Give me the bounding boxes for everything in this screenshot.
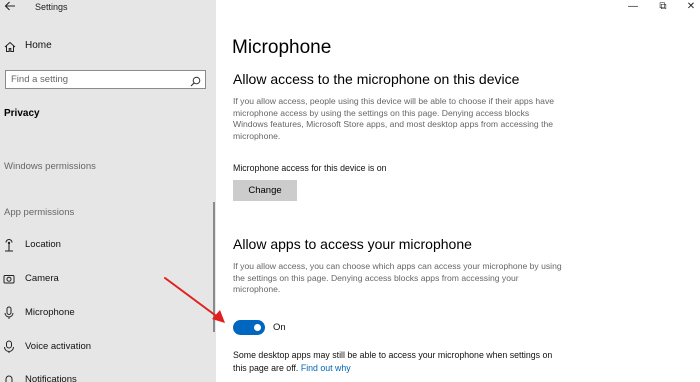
sidebar-item-location[interactable]: Location xyxy=(0,234,216,258)
minimize-button[interactable]: — xyxy=(624,0,642,16)
search-icon xyxy=(190,74,201,87)
sidebar-item-label: Location xyxy=(25,239,61,250)
sidebar-item-home[interactable]: Home xyxy=(0,36,216,58)
device-access-description: If you allow access, people using this d… xyxy=(233,96,555,141)
device-access-heading: Allow access to the microphone on this d… xyxy=(233,71,520,87)
title-bar: Settings xyxy=(0,0,216,20)
home-icon xyxy=(4,40,16,52)
search-placeholder: Find a setting xyxy=(11,74,69,85)
voice-activation-icon xyxy=(3,340,15,354)
app-access-description: If you allow access, you can choose whic… xyxy=(233,261,562,295)
restore-button[interactable]: ⧉ xyxy=(654,0,672,16)
sidebar-item-label: Notifications xyxy=(25,374,77,382)
notifications-icon xyxy=(3,373,15,382)
back-button[interactable] xyxy=(4,0,18,14)
page-title: Microphone xyxy=(232,37,332,58)
close-button[interactable]: ✕ xyxy=(682,0,700,16)
note-text: Some desktop apps may still be able to a… xyxy=(233,350,553,373)
toggle-state-label: On xyxy=(273,322,286,333)
microphone-icon xyxy=(3,306,15,320)
app-access-heading: Allow apps to access your microphone xyxy=(233,236,472,252)
sidebar-item-label: Microphone xyxy=(25,307,75,318)
device-access-status: Microphone access for this device is on xyxy=(233,163,387,173)
app-title: Settings xyxy=(35,2,68,12)
back-arrow-icon xyxy=(4,1,15,11)
sidebar-item-label: Voice activation xyxy=(25,341,92,352)
current-section-title: Privacy xyxy=(4,108,40,119)
desktop-apps-note: Some desktop apps may still be able to a… xyxy=(233,349,563,374)
camera-icon xyxy=(3,272,15,286)
app-permissions-header: App permissions xyxy=(4,207,75,218)
windows-permissions-header: Windows permissions xyxy=(4,161,96,172)
toggle-knob xyxy=(254,324,261,331)
sidebar-item-label: Home xyxy=(25,40,52,51)
app-access-toggle[interactable] xyxy=(233,320,265,335)
find-out-why-link[interactable]: Find out why xyxy=(301,363,351,373)
sidebar-item-notifications[interactable]: Notifications xyxy=(0,369,216,382)
annotation-arrow-icon xyxy=(164,277,225,323)
sidebar-item-label: Camera xyxy=(25,273,59,284)
location-icon xyxy=(3,238,15,252)
change-button[interactable]: Change xyxy=(233,180,297,201)
search-input[interactable]: Find a setting xyxy=(5,70,206,89)
sidebar-item-voice-activation[interactable]: Voice activation xyxy=(0,336,216,360)
